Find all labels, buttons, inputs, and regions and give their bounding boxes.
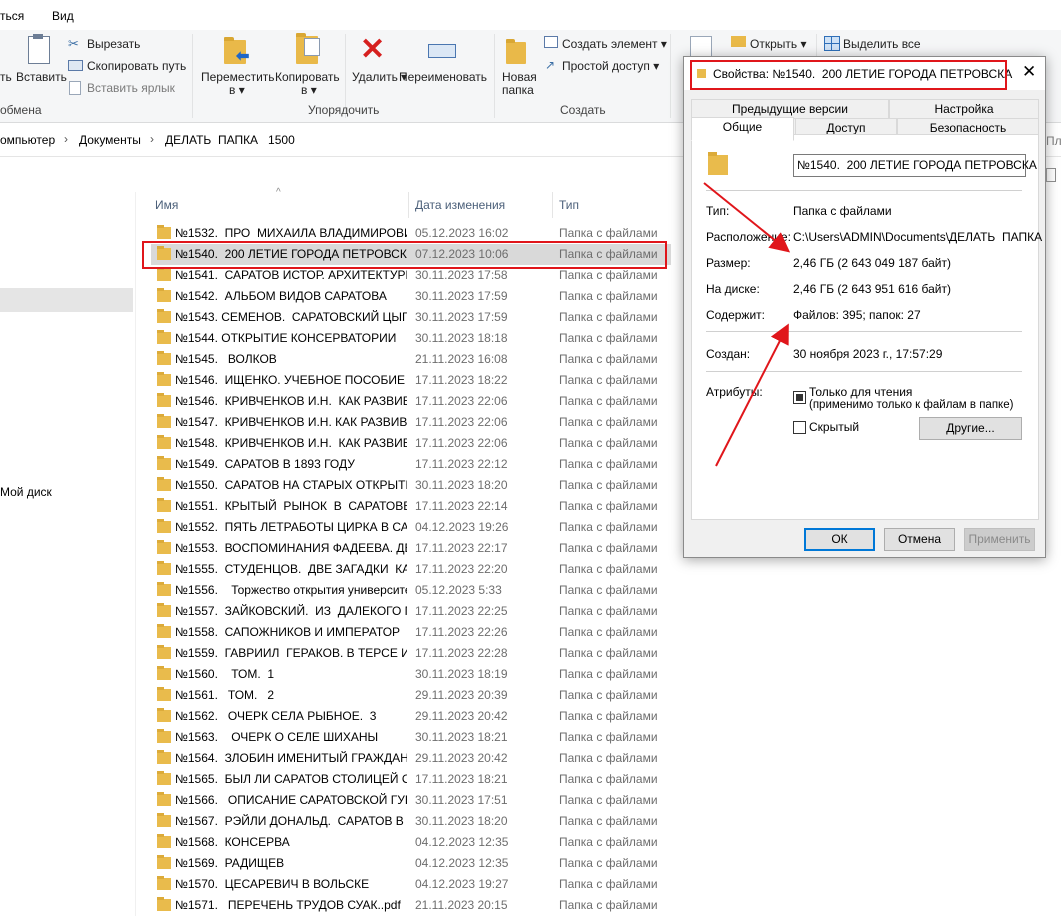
- arrow-to-contains: [715, 323, 789, 467]
- tab-general[interactable]: Общие: [691, 117, 794, 141]
- annotation-arrows: [703, 182, 791, 467]
- arrow-to-size: [703, 182, 791, 253]
